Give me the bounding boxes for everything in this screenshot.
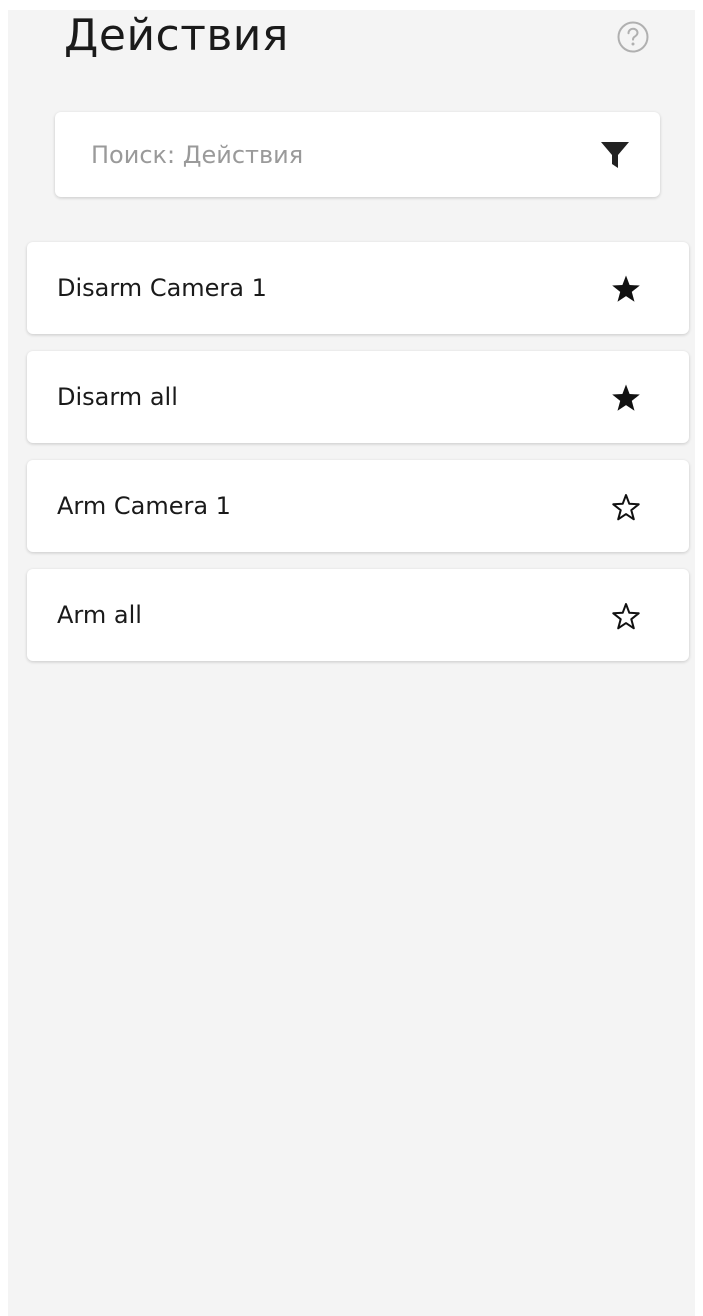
list-item[interactable]: Disarm Camera 1 <box>27 242 689 334</box>
star-outline-icon[interactable] <box>611 601 641 631</box>
action-label: Arm all <box>57 601 142 629</box>
list-item[interactable]: Arm all <box>27 569 689 661</box>
header: Действия <box>8 10 695 80</box>
star-filled-icon[interactable] <box>611 383 641 413</box>
action-label: Disarm all <box>57 383 178 411</box>
search-box <box>55 112 660 197</box>
action-label: Disarm Camera 1 <box>57 274 267 302</box>
filter-icon[interactable] <box>599 139 631 171</box>
action-label: Arm Camera 1 <box>57 492 231 520</box>
actions-list: Disarm Camera 1 Disarm all Arm Camera 1 … <box>27 242 689 678</box>
actions-screen: Действия Disarm Camera 1 Disarm all Arm … <box>8 10 695 1316</box>
help-circle-icon[interactable] <box>616 20 650 54</box>
star-outline-icon[interactable] <box>611 492 641 522</box>
list-item[interactable]: Disarm all <box>27 351 689 443</box>
star-filled-icon[interactable] <box>611 274 641 304</box>
list-item[interactable]: Arm Camera 1 <box>27 460 689 552</box>
page-title: Действия <box>64 10 289 61</box>
search-input[interactable] <box>91 112 571 197</box>
